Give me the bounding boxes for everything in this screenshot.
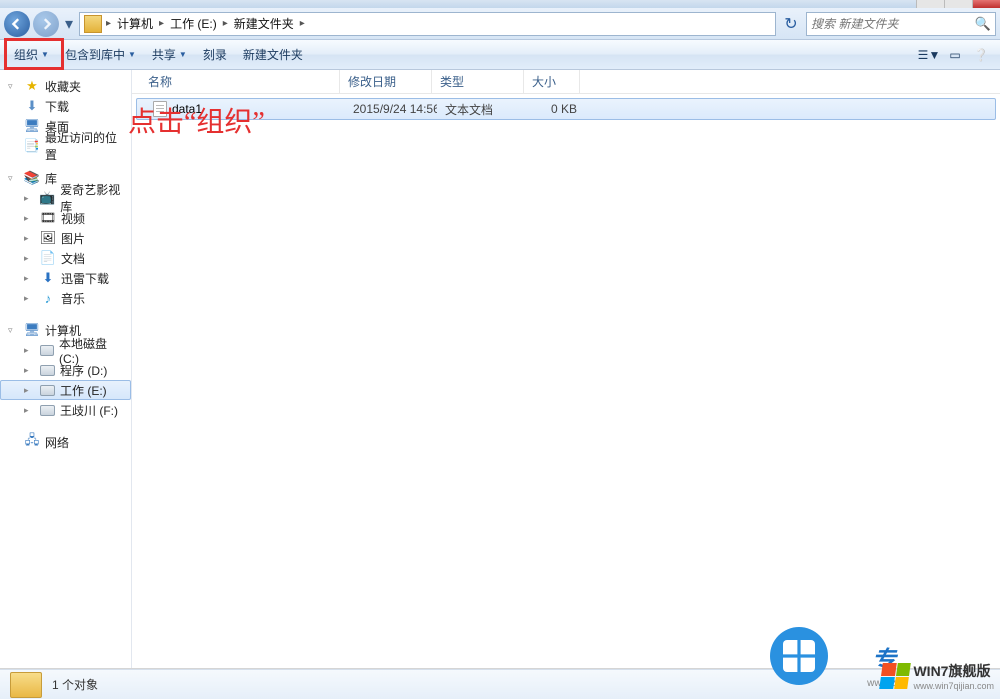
breadcrumb[interactable]: ▸ 计算机 ▸ 工作 (E:) ▸ 新建文件夹 ▸ <box>79 12 776 36</box>
burn-button[interactable]: 刻录 <box>195 40 235 69</box>
nav-item-pictures[interactable]: ▸🖼图片 <box>0 228 131 248</box>
new-folder-button[interactable]: 新建文件夹 <box>235 40 311 69</box>
search-box[interactable]: 🔍 <box>806 12 996 36</box>
nav-item-documents[interactable]: ▸📄文档 <box>0 248 131 268</box>
nav-item-drive-e[interactable]: ▸工作 (E:) <box>0 380 131 400</box>
breadcrumb-item[interactable]: 工作 (E:) <box>166 15 221 32</box>
nav-network[interactable]: 🖧网络 <box>0 432 131 452</box>
watermark-badge-2: WIN7旗舰版 www.win7qijian.com <box>881 661 994 691</box>
breadcrumb-item[interactable]: 计算机 <box>113 15 157 32</box>
share-button[interactable]: 共享▼ <box>144 40 195 69</box>
column-headers: 名称 修改日期 类型 大小 <box>132 70 1000 94</box>
refresh-button[interactable]: ↻ <box>779 12 803 36</box>
status-count: 1 个对象 <box>52 676 98 693</box>
file-date: 2015/9/24 14:56 <box>345 102 437 116</box>
preview-pane-button[interactable]: ▭ <box>944 44 966 66</box>
address-bar: ▾ ▸ 计算机 ▸ 工作 (E:) ▸ 新建文件夹 ▸ ↻ 🔍 <box>0 8 1000 40</box>
watermark-badge-1 <box>770 627 828 685</box>
file-type: 文本文档 <box>437 101 529 118</box>
navigation-pane: ▿★收藏夹 ⬇下载 🖥桌面 📑最近访问的位置 ▿📚库 ▸📺爱奇艺影视库 ▸🎞视频… <box>0 70 132 668</box>
status-bar: 1 个对象 <box>0 669 1000 699</box>
textfile-icon <box>153 101 167 117</box>
file-list-pane: 名称 修改日期 类型 大小 data1 2015/9/24 14:56 文本文档… <box>132 70 1000 668</box>
windows-flag-icon <box>880 663 912 689</box>
organize-button[interactable]: 组织▼ <box>6 40 57 69</box>
nav-item-drive-c[interactable]: ▸本地磁盘 (C:) <box>0 340 131 360</box>
nav-favorites[interactable]: ▿★收藏夹 <box>0 76 131 96</box>
col-name[interactable]: 名称 <box>140 70 340 93</box>
toolbar: 组织▼ 包含到库中▼ 共享▼ 刻录 新建文件夹 ☰▼ ▭ ❔ <box>0 40 1000 70</box>
nav-history-dropdown[interactable]: ▾ <box>62 14 76 34</box>
file-size: 0 KB <box>529 102 585 116</box>
folder-icon <box>10 672 42 698</box>
nav-item-iqiyi[interactable]: ▸📺爱奇艺影视库 <box>0 188 131 208</box>
nav-item-downloads[interactable]: ⬇下载 <box>0 96 131 116</box>
nav-item-recent[interactable]: 📑最近访问的位置 <box>0 136 131 156</box>
col-date[interactable]: 修改日期 <box>340 70 432 93</box>
nav-item-music[interactable]: ▸♪音乐 <box>0 288 131 308</box>
col-size[interactable]: 大小 <box>524 70 580 93</box>
nav-item-xunlei[interactable]: ▸⬇迅雷下载 <box>0 268 131 288</box>
help-button[interactable]: ❔ <box>970 44 992 66</box>
file-name: data1 <box>172 102 202 116</box>
col-type[interactable]: 类型 <box>432 70 524 93</box>
search-icon: 🔍 <box>975 16 991 32</box>
nav-item-drive-f[interactable]: ▸王歧川 (F:) <box>0 400 131 420</box>
back-button[interactable] <box>4 11 30 37</box>
forward-button[interactable] <box>33 11 59 37</box>
search-input[interactable] <box>811 17 975 31</box>
file-row[interactable]: data1 2015/9/24 14:56 文本文档 0 KB <box>136 98 996 120</box>
include-in-library-button[interactable]: 包含到库中▼ <box>57 40 144 69</box>
view-options-button[interactable]: ☰▼ <box>918 44 940 66</box>
window-controls <box>916 0 1000 8</box>
breadcrumb-item[interactable]: 新建文件夹 <box>230 15 298 32</box>
folder-icon <box>84 15 102 33</box>
